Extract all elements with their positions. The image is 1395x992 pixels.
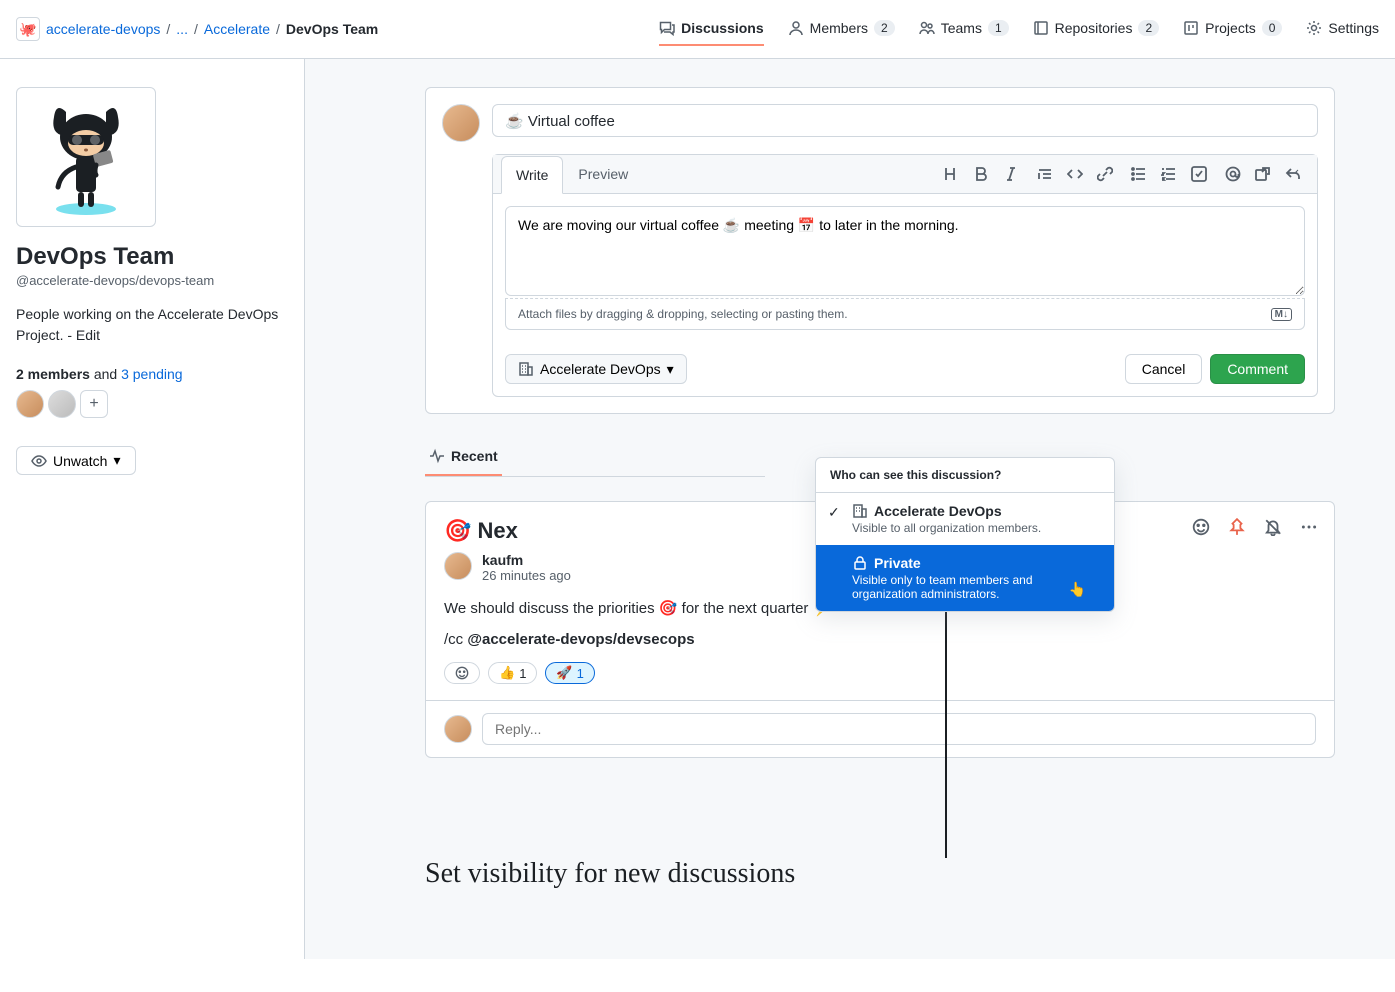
bold-icon[interactable] [973, 166, 989, 182]
dropdown-header: Who can see this discussion? [816, 458, 1114, 493]
breadcrumb: 🐙 accelerate-devops / ... / Accelerate /… [16, 17, 378, 41]
subtab-label: Recent [451, 448, 498, 464]
tab-discussions[interactable]: Discussions [659, 12, 763, 46]
tab-teams[interactable]: Teams 1 [919, 12, 1009, 46]
project-icon [1183, 20, 1199, 36]
tasklist-icon[interactable] [1191, 166, 1207, 182]
breadcrumb-parent[interactable]: Accelerate [204, 21, 270, 37]
cursor-icon: 👆 [1069, 581, 1086, 598]
members-count: 2 members [16, 366, 90, 382]
breadcrumb-sep: / [276, 21, 280, 37]
octocat-icon [36, 97, 136, 217]
italic-icon[interactable] [1003, 166, 1019, 182]
caret-down-icon: ▾ [113, 452, 120, 469]
tab-label: Repositories [1055, 20, 1133, 36]
member-avatar[interactable] [48, 390, 76, 418]
gear-icon [1306, 20, 1322, 36]
add-reaction-button[interactable] [444, 662, 480, 684]
tab-count: 1 [988, 20, 1009, 36]
user-avatar [442, 104, 480, 142]
discussion-title-input[interactable] [492, 104, 1318, 137]
unwatch-button[interactable]: Unwatch ▾ [16, 446, 136, 475]
visibility-option-org[interactable]: Accelerate DevOps Visible to all organiz… [816, 493, 1114, 545]
cancel-button[interactable]: Cancel [1125, 354, 1203, 384]
visibility-option-private[interactable]: Private Visible only to team members and… [816, 545, 1114, 611]
preview-tab[interactable]: Preview [563, 155, 643, 193]
breadcrumb-current: DevOps Team [286, 21, 378, 37]
breadcrumb-sep: / [194, 21, 198, 37]
reaction-thumbsup[interactable]: 👍1 [488, 662, 537, 684]
organization-icon [518, 361, 534, 377]
formatting-toolbar [943, 166, 1309, 182]
team-title: DevOps Team [16, 243, 288, 271]
discussion-body-input[interactable]: We are moving our virtual coffee ☕ meeti… [505, 206, 1305, 296]
tab-label: Discussions [681, 20, 763, 36]
tab-count: 2 [874, 20, 895, 36]
pin-icon[interactable] [1228, 518, 1246, 536]
post-time: 26 minutes ago [482, 568, 571, 583]
team-slug: @accelerate-devops/devops-team [16, 273, 288, 288]
member-avatar[interactable] [16, 390, 44, 418]
org-icon: 🐙 [16, 17, 40, 41]
visibility-button[interactable]: Accelerate DevOps ▾ [505, 354, 687, 384]
tab-label: Teams [941, 20, 982, 36]
unwatch-label: Unwatch [53, 453, 107, 469]
tab-settings[interactable]: Settings [1306, 12, 1379, 46]
post-author-avatar[interactable] [444, 552, 472, 580]
write-tab[interactable]: Write [501, 156, 563, 194]
organization-icon [852, 503, 868, 519]
bullet-list-icon[interactable] [1131, 166, 1147, 182]
visibility-label: Accelerate DevOps [540, 361, 661, 377]
reaction-rocket[interactable]: 🚀1 [545, 662, 594, 684]
breadcrumb-sep: / [166, 21, 170, 37]
person-icon [788, 20, 804, 36]
bell-slash-icon[interactable] [1264, 518, 1282, 536]
caret-down-icon: ▾ [667, 361, 674, 378]
subtab-recent[interactable]: Recent [425, 438, 502, 476]
team-avatar [16, 87, 156, 227]
compose-box: Write Preview [425, 87, 1335, 414]
post-author[interactable]: kaufm [482, 552, 571, 568]
team-description: People working on the Accelerate DevOps … [16, 304, 288, 346]
kebab-icon[interactable] [1300, 518, 1318, 536]
cc-mention[interactable]: @accelerate-devops/devsecops [467, 631, 694, 648]
people-icon [919, 20, 935, 36]
comment-discussion-icon [659, 20, 675, 36]
tab-label: Members [810, 20, 868, 36]
lock-icon [852, 555, 868, 571]
tab-projects[interactable]: Projects 0 [1183, 12, 1282, 46]
eye-icon [31, 453, 47, 469]
tab-count: 2 [1138, 20, 1159, 36]
heading-icon[interactable] [943, 166, 959, 182]
reply-avatar [444, 715, 472, 743]
markdown-icon[interactable]: M↓ [1271, 308, 1292, 321]
post-cc: /cc @accelerate-devops/devsecops [444, 631, 1316, 648]
link-icon[interactable] [1097, 166, 1113, 182]
breadcrumb-org[interactable]: accelerate-devops [46, 21, 160, 37]
quote-icon[interactable] [1037, 166, 1053, 182]
cross-reference-icon[interactable] [1255, 166, 1271, 182]
members-summary: 2 members and 3 pending [16, 366, 288, 382]
mention-icon[interactable] [1225, 166, 1241, 182]
pending-link[interactable]: 3 pending [121, 366, 183, 382]
tab-label: Settings [1328, 20, 1379, 36]
comment-button[interactable]: Comment [1210, 354, 1305, 384]
figure-caption: Set visibility for new discussions [425, 858, 795, 890]
repo-icon [1033, 20, 1049, 36]
tab-repositories[interactable]: Repositories 2 [1033, 12, 1160, 46]
visibility-dropdown: Who can see this discussion? Accelerate … [815, 457, 1115, 612]
breadcrumb-ellipsis[interactable]: ... [176, 21, 188, 37]
pulse-icon [429, 448, 445, 464]
tab-label: Projects [1205, 20, 1256, 36]
code-icon[interactable] [1067, 166, 1083, 182]
reply-input[interactable] [482, 713, 1316, 745]
add-member-button[interactable]: + [80, 390, 108, 418]
tab-members[interactable]: Members 2 [788, 12, 895, 46]
reply-icon[interactable] [1285, 166, 1301, 182]
smiley-icon[interactable] [1192, 518, 1210, 536]
attach-hint[interactable]: Attach files by dragging & dropping, sel… [518, 307, 848, 321]
tab-count: 0 [1262, 20, 1283, 36]
number-list-icon[interactable] [1161, 166, 1177, 182]
smiley-icon [455, 666, 469, 680]
